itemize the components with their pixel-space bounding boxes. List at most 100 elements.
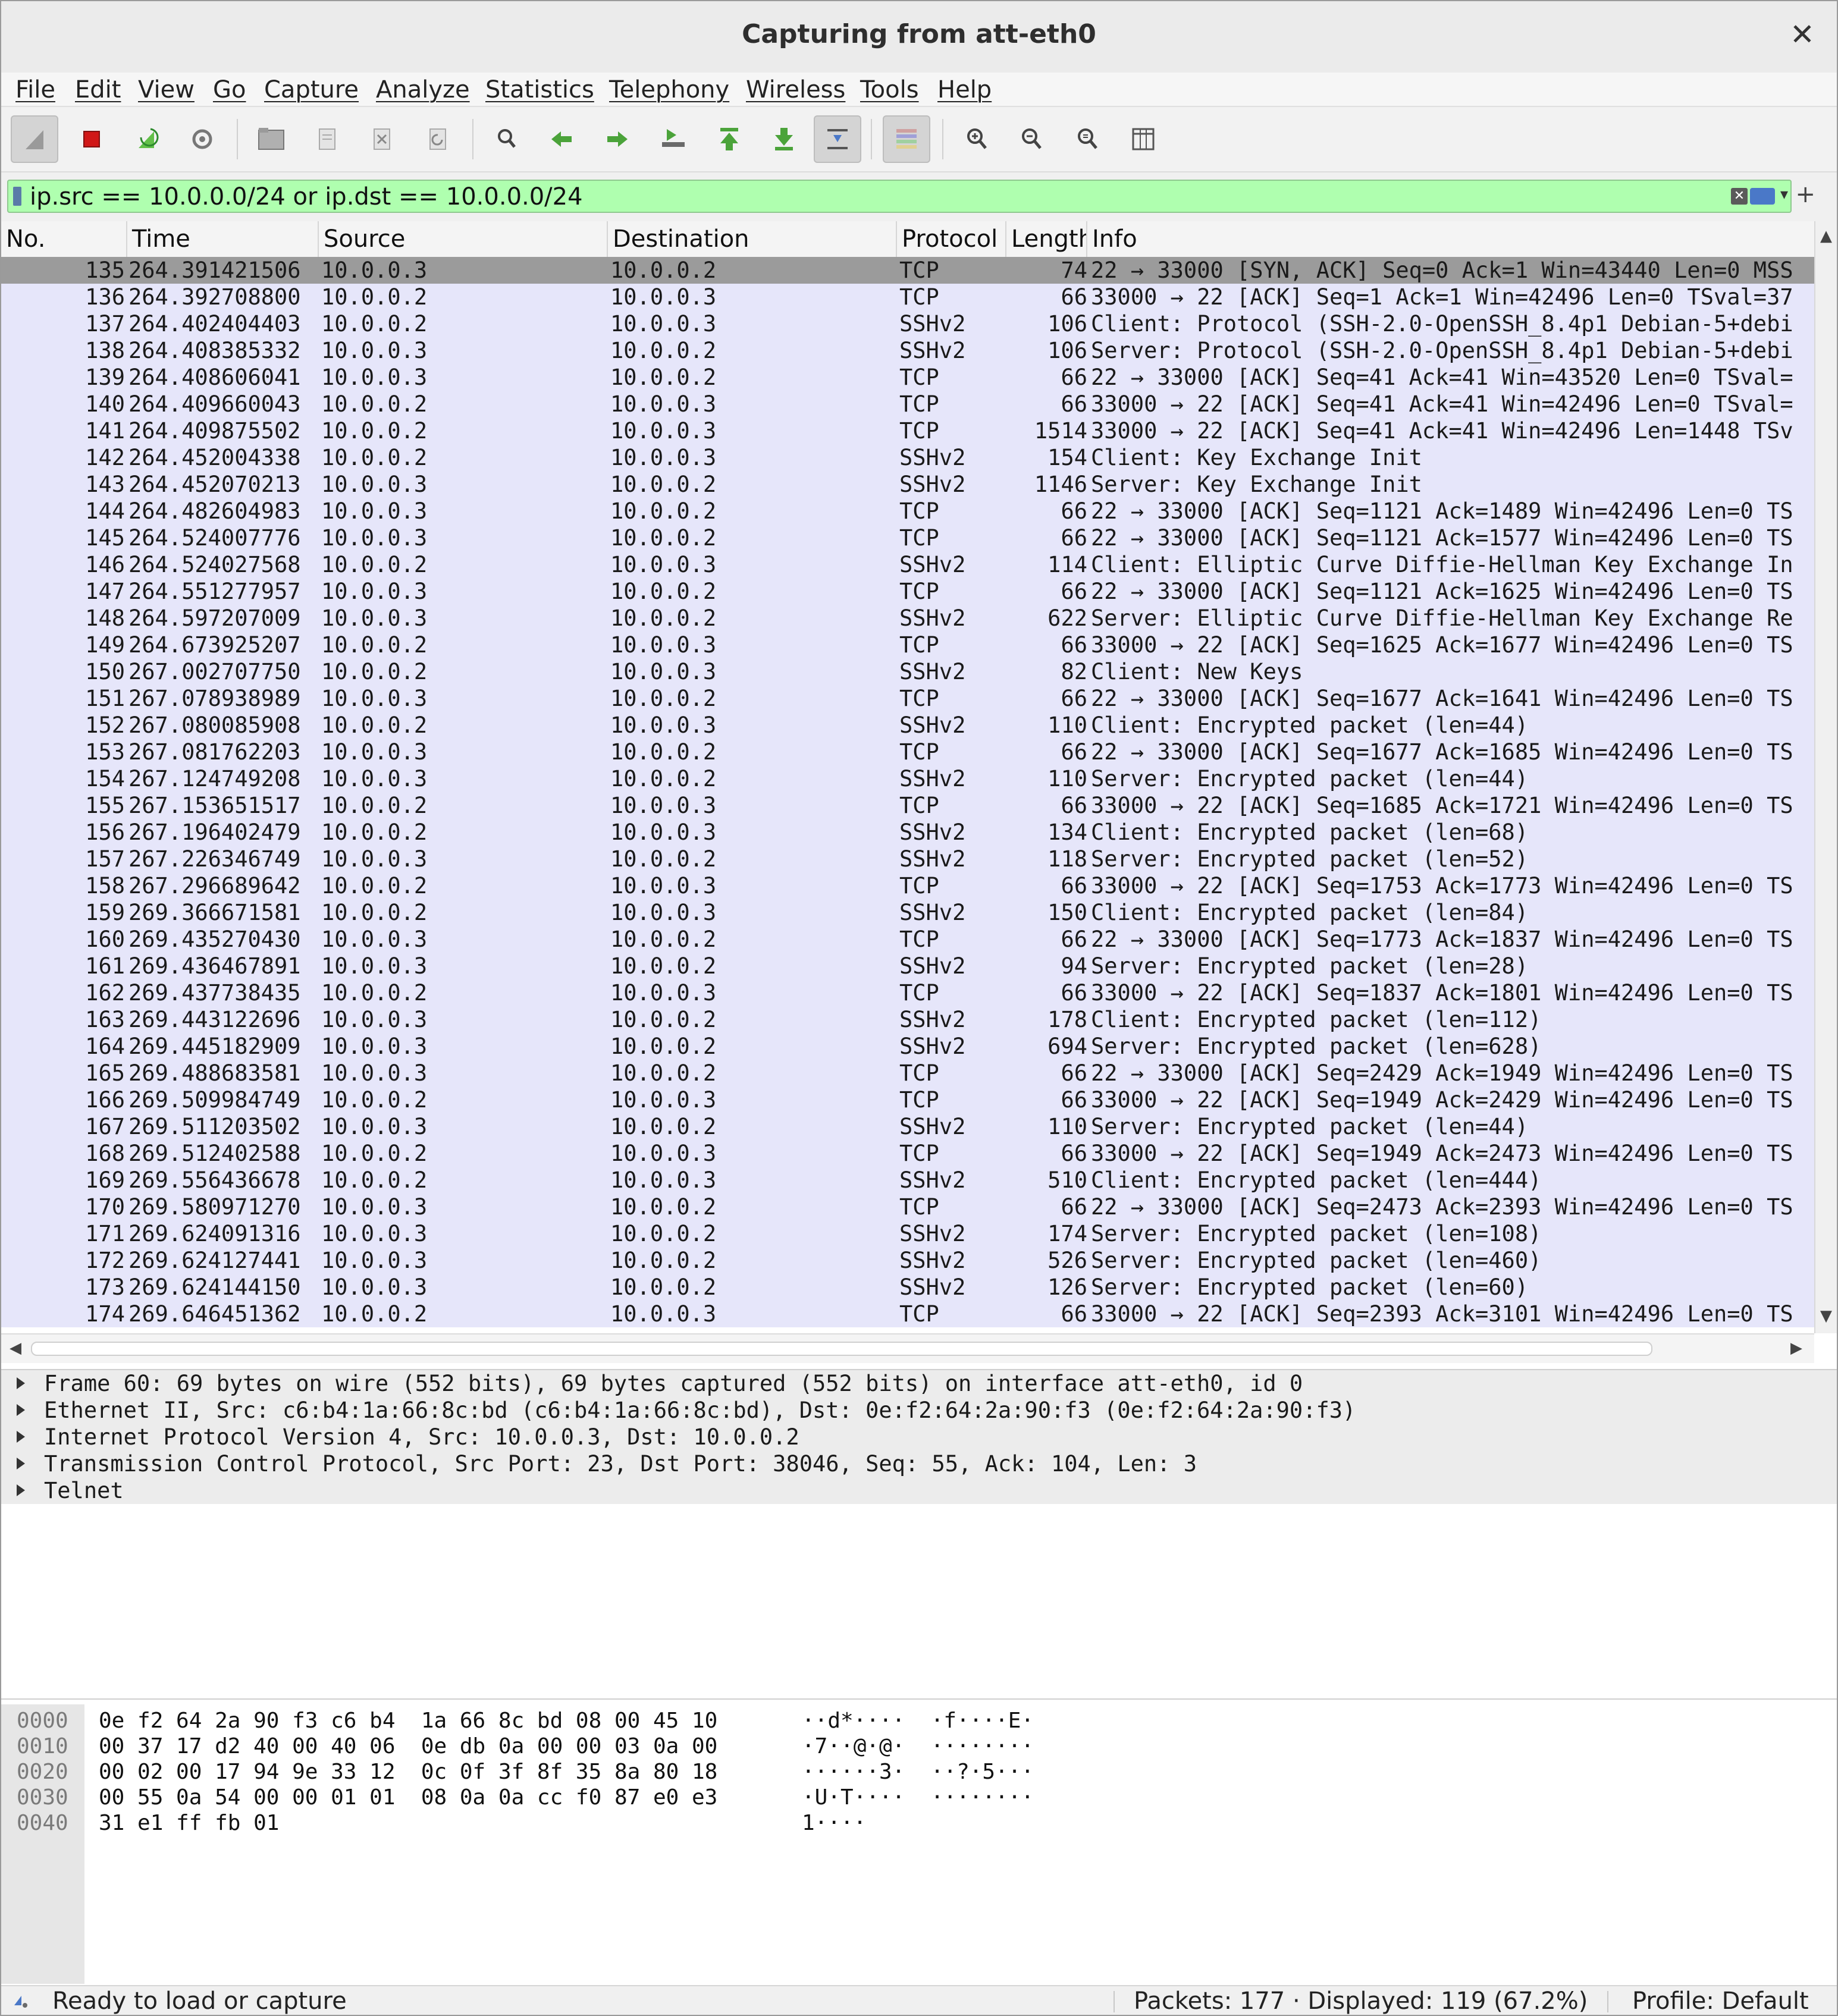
detail-frame[interactable]: Frame 60: 69 bytes on wire (552 bits), 6…	[1, 1370, 1837, 1397]
menu-capture[interactable]: Capture	[264, 76, 359, 103]
packet-row[interactable]: 153 267.081762203 10.0.0.3 10.0.0.2 TCP 66 22 …	[1, 739, 1814, 765]
expand-icon[interactable]	[17, 1377, 25, 1389]
packet-list-horizontal-scrollbar[interactable]: ◀ ▶	[1, 1333, 1814, 1363]
menu-tools[interactable]: Tools	[860, 76, 919, 103]
packet-details-tree[interactable]: Frame 60: 69 bytes on wire (552 bits), 6…	[1, 1369, 1837, 1700]
packet-row[interactable]: 135 264.391421506 10.0.0.3 10.0.0.2 TCP 74 22 …	[1, 257, 1814, 284]
packet-row[interactable]: 144 264.482604983 10.0.0.3 10.0.0.2 TCP 66 22 …	[1, 498, 1814, 525]
col-header-info[interactable]: Info	[1087, 221, 1814, 257]
packet-row[interactable]: 154 267.124749208 10.0.0.3 10.0.0.2 SSHv2 110…	[1, 765, 1814, 792]
packet-row[interactable]: 149 264.673925207 10.0.0.2 10.0.0.3 TCP 66 330…	[1, 632, 1814, 658]
packet-row[interactable]: 138 264.408385332 10.0.0.3 10.0.0.2 SSHv2 106…	[1, 337, 1814, 364]
close-file-icon[interactable]	[358, 115, 406, 163]
packet-row[interactable]: 165 269.488683581 10.0.0.3 10.0.0.2 TCP 66 22 …	[1, 1060, 1814, 1086]
packet-row[interactable]: 166 269.509984749 10.0.0.2 10.0.0.3 TCP 66 330…	[1, 1086, 1814, 1113]
col-header-time[interactable]: Time	[127, 221, 319, 257]
open-file-icon[interactable]	[247, 115, 295, 163]
packet-list-vertical-scrollbar[interactable]: ▲ ▼	[1814, 221, 1837, 1333]
packet-row[interactable]: 168 269.512402588 10.0.0.2 10.0.0.3 TCP 66 330…	[1, 1140, 1814, 1167]
packet-row[interactable]: 162 269.437738435 10.0.0.2 10.0.0.3 TCP 66 330…	[1, 979, 1814, 1006]
packet-row[interactable]: 158 267.296689642 10.0.0.2 10.0.0.3 TCP 66 330…	[1, 872, 1814, 899]
detail-tcp[interactable]: Transmission Control Protocol, Src Port:…	[1, 1450, 1837, 1477]
packet-row[interactable]: 146 264.524027568 10.0.0.2 10.0.0.3 SSHv2 114…	[1, 551, 1814, 578]
packet-row[interactable]: 163 269.443122696 10.0.0.3 10.0.0.2 SSHv2 178…	[1, 1006, 1814, 1033]
shark-fin-start-icon[interactable]	[11, 115, 58, 163]
filter-text[interactable]: ip.src == 10.0.0.0/24 or ip.dst == 10.0.…	[30, 183, 583, 211]
menu-view[interactable]: View	[138, 76, 195, 103]
expert-info-icon[interactable]	[12, 1992, 30, 2010]
packet-row[interactable]: 164 269.445182909 10.0.0.3 10.0.0.2 SSHv2 694…	[1, 1033, 1814, 1060]
menu-edit[interactable]: Edit	[75, 76, 121, 103]
scroll-down-icon[interactable]: ▼	[1820, 1307, 1832, 1325]
scroll-up-icon[interactable]: ▲	[1820, 227, 1832, 245]
expand-icon[interactable]	[17, 1404, 25, 1416]
packet-row[interactable]: 157 267.226346749 10.0.0.3 10.0.0.2 SSHv2 118…	[1, 846, 1814, 872]
display-filter-input[interactable]: ip.src == 10.0.0.0/24 or ip.dst == 10.0.…	[7, 180, 1792, 213]
resize-columns-icon[interactable]	[1119, 115, 1167, 163]
auto-scroll-icon[interactable]	[814, 115, 861, 163]
expand-icon[interactable]	[17, 1458, 25, 1469]
expand-icon[interactable]	[17, 1484, 25, 1496]
detail-ipv4[interactable]: Internet Protocol Version 4, Src: 10.0.0…	[1, 1424, 1837, 1450]
packet-row[interactable]: 148 264.597207009 10.0.0.3 10.0.0.2 SSHv2 622…	[1, 605, 1814, 632]
packet-row[interactable]: 141 264.409875502 10.0.0.2 10.0.0.3 TCP 1514 3…	[1, 417, 1814, 444]
go-to-packet-icon[interactable]	[650, 115, 697, 163]
filter-dropdown-icon[interactable]: ▾	[1780, 186, 1788, 203]
packet-row[interactable]: 139 264.408606041 10.0.0.3 10.0.0.2 TCP 66 22 …	[1, 364, 1814, 391]
packet-row[interactable]: 159 269.366671581 10.0.0.2 10.0.0.3 SSHv2 150…	[1, 899, 1814, 926]
packet-row[interactable]: 140 264.409660043 10.0.0.2 10.0.0.3 TCP 66 330…	[1, 391, 1814, 417]
clear-filter-icon[interactable]: ✕	[1731, 188, 1748, 205]
packet-bytes-pane[interactable]: 0000 0e f2 64 2a 90 f3 c6 b4 1a 66 8c bd …	[1, 1704, 1837, 1984]
scroll-right-icon[interactable]: ▶	[1790, 1339, 1802, 1357]
packet-row[interactable]: 161 269.436467891 10.0.0.3 10.0.0.2 SSHv2 94 S…	[1, 953, 1814, 979]
packet-row[interactable]: 167 269.511203502 10.0.0.3 10.0.0.2 SSHv2 110…	[1, 1113, 1814, 1140]
bookmark-icon[interactable]	[13, 187, 21, 206]
menu-wireless[interactable]: Wireless	[746, 76, 845, 103]
packet-row[interactable]: 174 269.646451362 10.0.0.2 10.0.0.3 TCP 66 330…	[1, 1301, 1814, 1327]
find-packet-icon[interactable]	[483, 115, 531, 163]
go-forward-icon[interactable]	[594, 115, 641, 163]
packet-row[interactable]: 152 267.080085908 10.0.0.2 10.0.0.3 SSHv2 110…	[1, 712, 1814, 739]
stop-capture-icon[interactable]	[68, 115, 115, 163]
add-filter-button-icon[interactable]: +	[1795, 181, 1815, 208]
normal-size-icon[interactable]	[1064, 115, 1111, 163]
menu-go[interactable]: Go	[213, 76, 246, 103]
menu-telephony[interactable]: Telephony	[609, 76, 729, 103]
col-header-length[interactable]: Length	[1006, 221, 1087, 257]
packet-row[interactable]: 155 267.153651517 10.0.0.2 10.0.0.3 TCP 66 330…	[1, 792, 1814, 819]
menu-file[interactable]: File	[15, 76, 55, 103]
packet-row[interactable]: 142 264.452004338 10.0.0.2 10.0.0.3 SSHv2 154…	[1, 444, 1814, 471]
go-back-icon[interactable]	[538, 115, 585, 163]
packet-row[interactable]: 169 269.556436678 10.0.0.2 10.0.0.3 SSHv2 510…	[1, 1167, 1814, 1194]
packet-row[interactable]: 137 264.402404403 10.0.0.2 10.0.0.3 SSHv2 106…	[1, 310, 1814, 337]
save-file-icon[interactable]	[303, 115, 351, 163]
profile-indicator[interactable]: Profile: Default	[1632, 1986, 1809, 2015]
packet-row[interactable]: 170 269.580971270 10.0.0.3 10.0.0.2 TCP 66 22 …	[1, 1194, 1814, 1220]
scroll-left-icon[interactable]: ◀	[10, 1339, 21, 1357]
detail-telnet[interactable]: Telnet	[1, 1477, 1837, 1504]
menu-statistics[interactable]: Statistics	[485, 76, 594, 103]
packet-row[interactable]: 145 264.524007776 10.0.0.3 10.0.0.2 TCP 66 22 …	[1, 525, 1814, 551]
zoom-out-icon[interactable]	[1008, 115, 1055, 163]
col-header-source[interactable]: Source	[319, 221, 608, 257]
reload-file-icon[interactable]	[414, 115, 462, 163]
colorize-icon[interactable]	[883, 115, 930, 163]
packet-row[interactable]: 173 269.624144150 10.0.0.3 10.0.0.2 SSHv2 126…	[1, 1274, 1814, 1301]
zoom-in-icon[interactable]	[953, 115, 1000, 163]
expand-icon[interactable]	[17, 1431, 25, 1443]
packet-row[interactable]: 172 269.624127441 10.0.0.3 10.0.0.2 SSHv2 526…	[1, 1247, 1814, 1274]
packet-row[interactable]: 171 269.624091316 10.0.0.3 10.0.0.2 SSHv2 174…	[1, 1220, 1814, 1247]
packet-row[interactable]: 151 267.078938989 10.0.0.3 10.0.0.2 TCP 66 22 …	[1, 685, 1814, 712]
packet-row[interactable]: 147 264.551277957 10.0.0.3 10.0.0.2 TCP 66 22 …	[1, 578, 1814, 605]
first-packet-icon[interactable]	[705, 115, 753, 163]
horizontal-scroll-thumb[interactable]	[31, 1342, 1652, 1356]
packet-row[interactable]: 136 264.392708800 10.0.0.2 10.0.0.3 TCP 66 330…	[1, 284, 1814, 310]
packet-row[interactable]: 156 267.196402479 10.0.0.2 10.0.0.3 SSHv2 134…	[1, 819, 1814, 846]
close-icon[interactable]: ✕	[1784, 17, 1820, 52]
col-header-no[interactable]: No.	[1, 221, 127, 257]
capture-options-icon[interactable]	[178, 115, 226, 163]
apply-filter-icon[interactable]	[1750, 188, 1775, 205]
menu-help[interactable]: Help	[937, 76, 992, 103]
menu-analyze[interactable]: Analyze	[376, 76, 470, 103]
packet-list[interactable]: No. Time Source Destination Protocol Len…	[1, 221, 1814, 1329]
